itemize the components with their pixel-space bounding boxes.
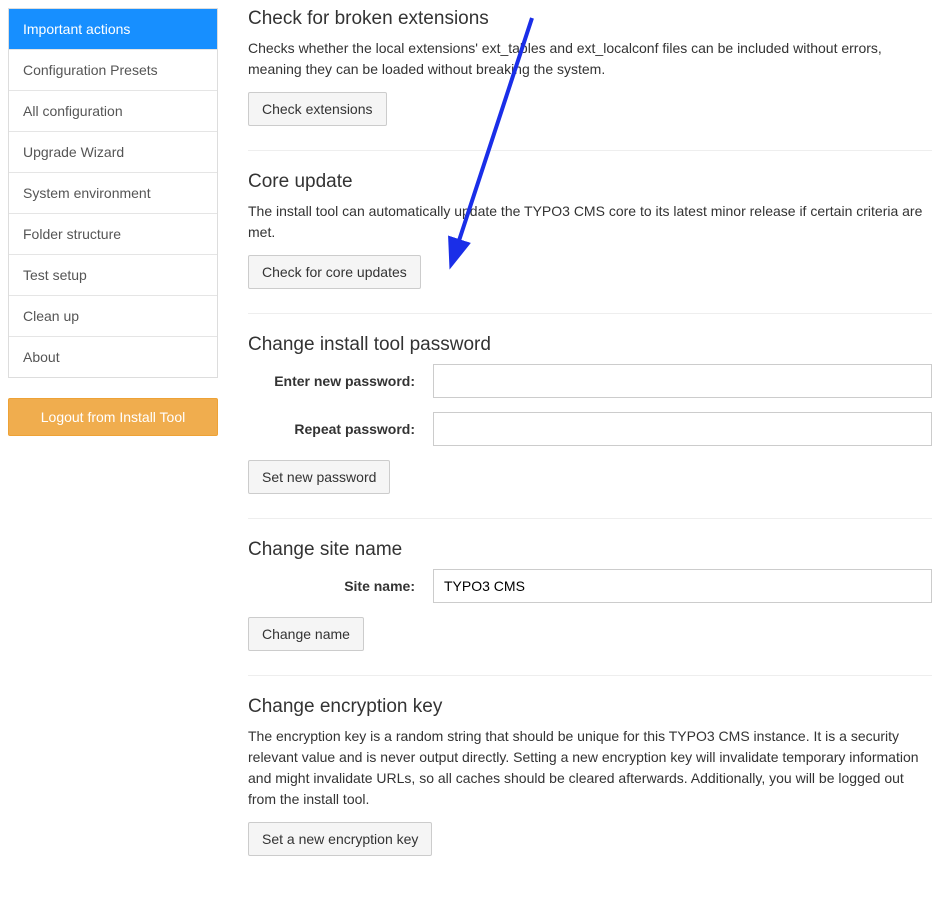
site-name-input[interactable]	[433, 569, 932, 603]
sidebar-item-test-setup[interactable]: Test setup	[9, 255, 217, 296]
change-name-button[interactable]: Change name	[248, 617, 364, 651]
heading-check-broken-extensions: Check for broken extensions	[248, 8, 932, 30]
desc-core-update: The install tool can automatically updat…	[248, 201, 932, 243]
section-change-password: Change install tool password Enter new p…	[248, 334, 932, 519]
label-new-password: Enter new password:	[248, 373, 433, 389]
desc-check-broken-extensions: Checks whether the local extensions' ext…	[248, 38, 932, 80]
sidebar-item-upgrade-wizard[interactable]: Upgrade Wizard	[9, 132, 217, 173]
sidebar-item-important-actions[interactable]: Important actions	[9, 9, 217, 50]
section-change-encryption-key: Change encryption key The encryption key…	[248, 696, 932, 880]
sidebar-item-system-environment[interactable]: System environment	[9, 173, 217, 214]
section-core-update: Core update The install tool can automat…	[248, 171, 932, 314]
heading-change-site-name: Change site name	[248, 539, 932, 561]
logout-button[interactable]: Logout from Install Tool	[8, 398, 218, 436]
sidebar-item-about[interactable]: About	[9, 337, 217, 377]
label-repeat-password: Repeat password:	[248, 421, 433, 437]
sidebar-item-configuration-presets[interactable]: Configuration Presets	[9, 50, 217, 91]
sidebar-item-clean-up[interactable]: Clean up	[9, 296, 217, 337]
check-extensions-button[interactable]: Check extensions	[248, 92, 387, 126]
new-password-input[interactable]	[433, 364, 932, 398]
section-change-site-name: Change site name Site name: Change name	[248, 539, 932, 676]
heading-change-encryption-key: Change encryption key	[248, 696, 932, 718]
main-content: Check for broken extensions Checks wheth…	[248, 8, 944, 900]
set-new-password-button[interactable]: Set new password	[248, 460, 390, 494]
set-encryption-key-button[interactable]: Set a new encryption key	[248, 822, 432, 856]
label-site-name: Site name:	[248, 578, 433, 594]
sidebar-item-all-configuration[interactable]: All configuration	[9, 91, 217, 132]
section-check-broken-extensions: Check for broken extensions Checks wheth…	[248, 8, 932, 151]
heading-core-update: Core update	[248, 171, 932, 193]
repeat-password-input[interactable]	[433, 412, 932, 446]
sidebar: Important actions Configuration Presets …	[8, 8, 218, 900]
sidebar-item-folder-structure[interactable]: Folder structure	[9, 214, 217, 255]
heading-change-password: Change install tool password	[248, 334, 932, 356]
check-core-updates-button[interactable]: Check for core updates	[248, 255, 421, 289]
desc-change-encryption-key: The encryption key is a random string th…	[248, 726, 932, 810]
sidebar-nav: Important actions Configuration Presets …	[8, 8, 218, 378]
